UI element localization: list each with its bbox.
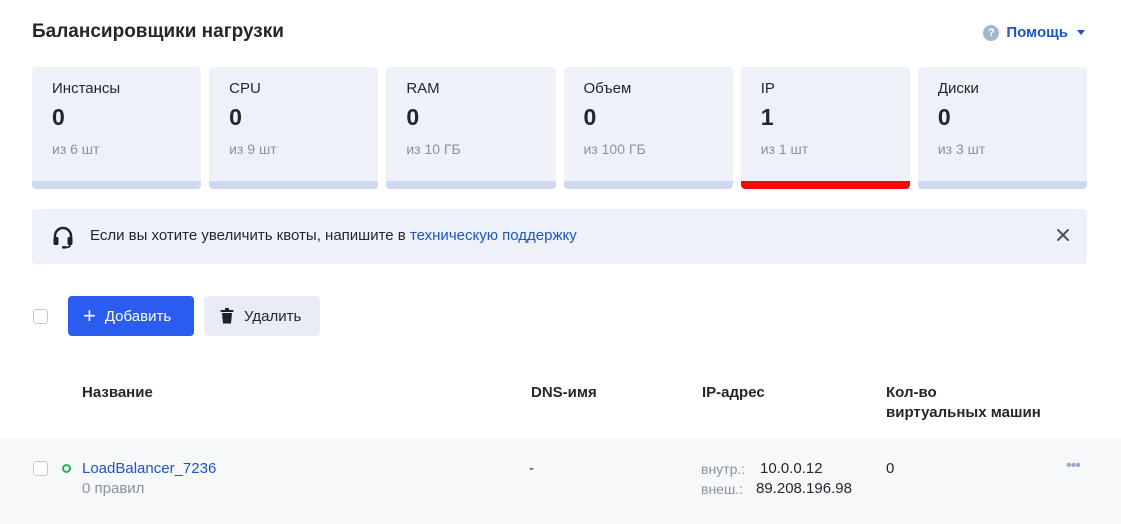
quota-name: RAM xyxy=(406,80,440,97)
column-header-name[interactable]: Название xyxy=(82,383,153,403)
quota-value: 0 xyxy=(583,104,597,130)
quota-card-volume: Объем 0 из 100 ГБ xyxy=(563,67,733,189)
quota-limit: из 100 ГБ xyxy=(583,141,646,157)
quota-name: Диски xyxy=(937,80,979,97)
balancer-rules-count: 0 правил xyxy=(82,480,145,497)
help-menu-button[interactable]: ? Помощь xyxy=(983,24,1085,41)
close-icon[interactable] xyxy=(1056,228,1070,242)
row-checkbox[interactable] xyxy=(33,461,48,476)
ip-external-label: внеш.: xyxy=(701,481,743,497)
quota-limit: из 9 шт xyxy=(229,141,277,157)
notice-text: Если вы хотите увеличить квоты, напишите… xyxy=(90,227,410,244)
quota-value: 0 xyxy=(937,104,951,130)
status-active-icon xyxy=(62,464,71,473)
quota-usage-bar xyxy=(32,181,202,189)
quota-limit: из 1 шт xyxy=(760,141,809,157)
page-title: Балансировщики нагрузки xyxy=(32,21,284,42)
quota-card-ram: RAM 0 из 10 ГБ xyxy=(386,67,556,189)
ip-external-value: 89.208.196.98 xyxy=(756,480,852,497)
more-actions-icon[interactable]: ••• xyxy=(1066,458,1081,474)
quota-value: 0 xyxy=(229,104,242,130)
quota-limit: из 3 шт xyxy=(937,141,986,157)
support-link[interactable]: техническую поддержку xyxy=(410,227,577,244)
delete-button-label: Удалить xyxy=(244,307,302,325)
balancer-name-link[interactable]: LoadBalancer_7236 xyxy=(82,460,216,477)
balancer-vm-count: 0 xyxy=(886,460,895,477)
quota-limit: из 10 ГБ xyxy=(406,141,461,157)
add-button-label: Добавить xyxy=(104,307,172,325)
trash-icon xyxy=(220,308,234,324)
quota-value: 0 xyxy=(406,104,420,130)
chevron-down-icon xyxy=(1077,30,1085,35)
quota-usage-bar xyxy=(917,181,1088,189)
add-button[interactable]: + Добавить xyxy=(68,296,194,336)
plus-icon: + xyxy=(83,303,96,328)
question-circle-icon: ? xyxy=(983,24,1000,41)
quota-cards: Инстансы 0 из 6 шт CPU 0 из 9 шт RAM 0 и… xyxy=(32,67,1088,189)
quota-usage-bar xyxy=(563,181,733,189)
select-all-checkbox[interactable] xyxy=(33,309,48,324)
quota-name: CPU xyxy=(229,80,261,97)
column-header-ip[interactable]: IP-адрес xyxy=(702,383,765,403)
quota-card-ip: IP 1 из 1 шт xyxy=(740,67,910,189)
quota-value: 1 xyxy=(760,104,774,130)
quota-card-cpu: CPU 0 из 9 шт xyxy=(209,67,379,189)
quota-name: IP xyxy=(760,80,775,97)
quota-limit: из 6 шт xyxy=(52,141,100,157)
column-header-dns[interactable]: DNS-имя xyxy=(531,383,597,403)
quota-name: Инстансы xyxy=(52,80,121,97)
ip-internal-value: 10.0.0.12 xyxy=(760,460,823,477)
quota-usage-bar xyxy=(386,181,556,189)
quota-usage-fill xyxy=(740,181,910,189)
quota-usage-bar xyxy=(740,181,910,189)
quota-value: 0 xyxy=(52,104,65,130)
help-label: Помощь xyxy=(1006,24,1068,41)
balancer-dns: - xyxy=(529,460,534,477)
column-header-vms-line1: Кол-во xyxy=(886,384,937,401)
column-header-vms-line2: виртуальных машин xyxy=(886,404,1041,421)
quota-usage-bar xyxy=(209,181,379,189)
ip-internal-label: внутр.: xyxy=(701,461,746,477)
notice-message: Если вы хотите увеличить квоты, напишите… xyxy=(90,227,577,244)
quota-card-instances: Инстансы 0 из 6 шт xyxy=(32,67,202,189)
table-row: LoadBalancer_7236 0 правил - внутр.: 10.… xyxy=(0,438,1121,524)
delete-button[interactable]: Удалить xyxy=(204,296,320,336)
quota-card-disks: Диски 0 из 3 шт xyxy=(917,67,1088,189)
headset-icon xyxy=(53,226,73,249)
column-header-vms[interactable]: Кол-во виртуальных машин xyxy=(886,383,1041,423)
quota-notice: Если вы хотите увеличить квоты, напишите… xyxy=(32,209,1087,264)
quota-name: Объем xyxy=(583,80,632,97)
